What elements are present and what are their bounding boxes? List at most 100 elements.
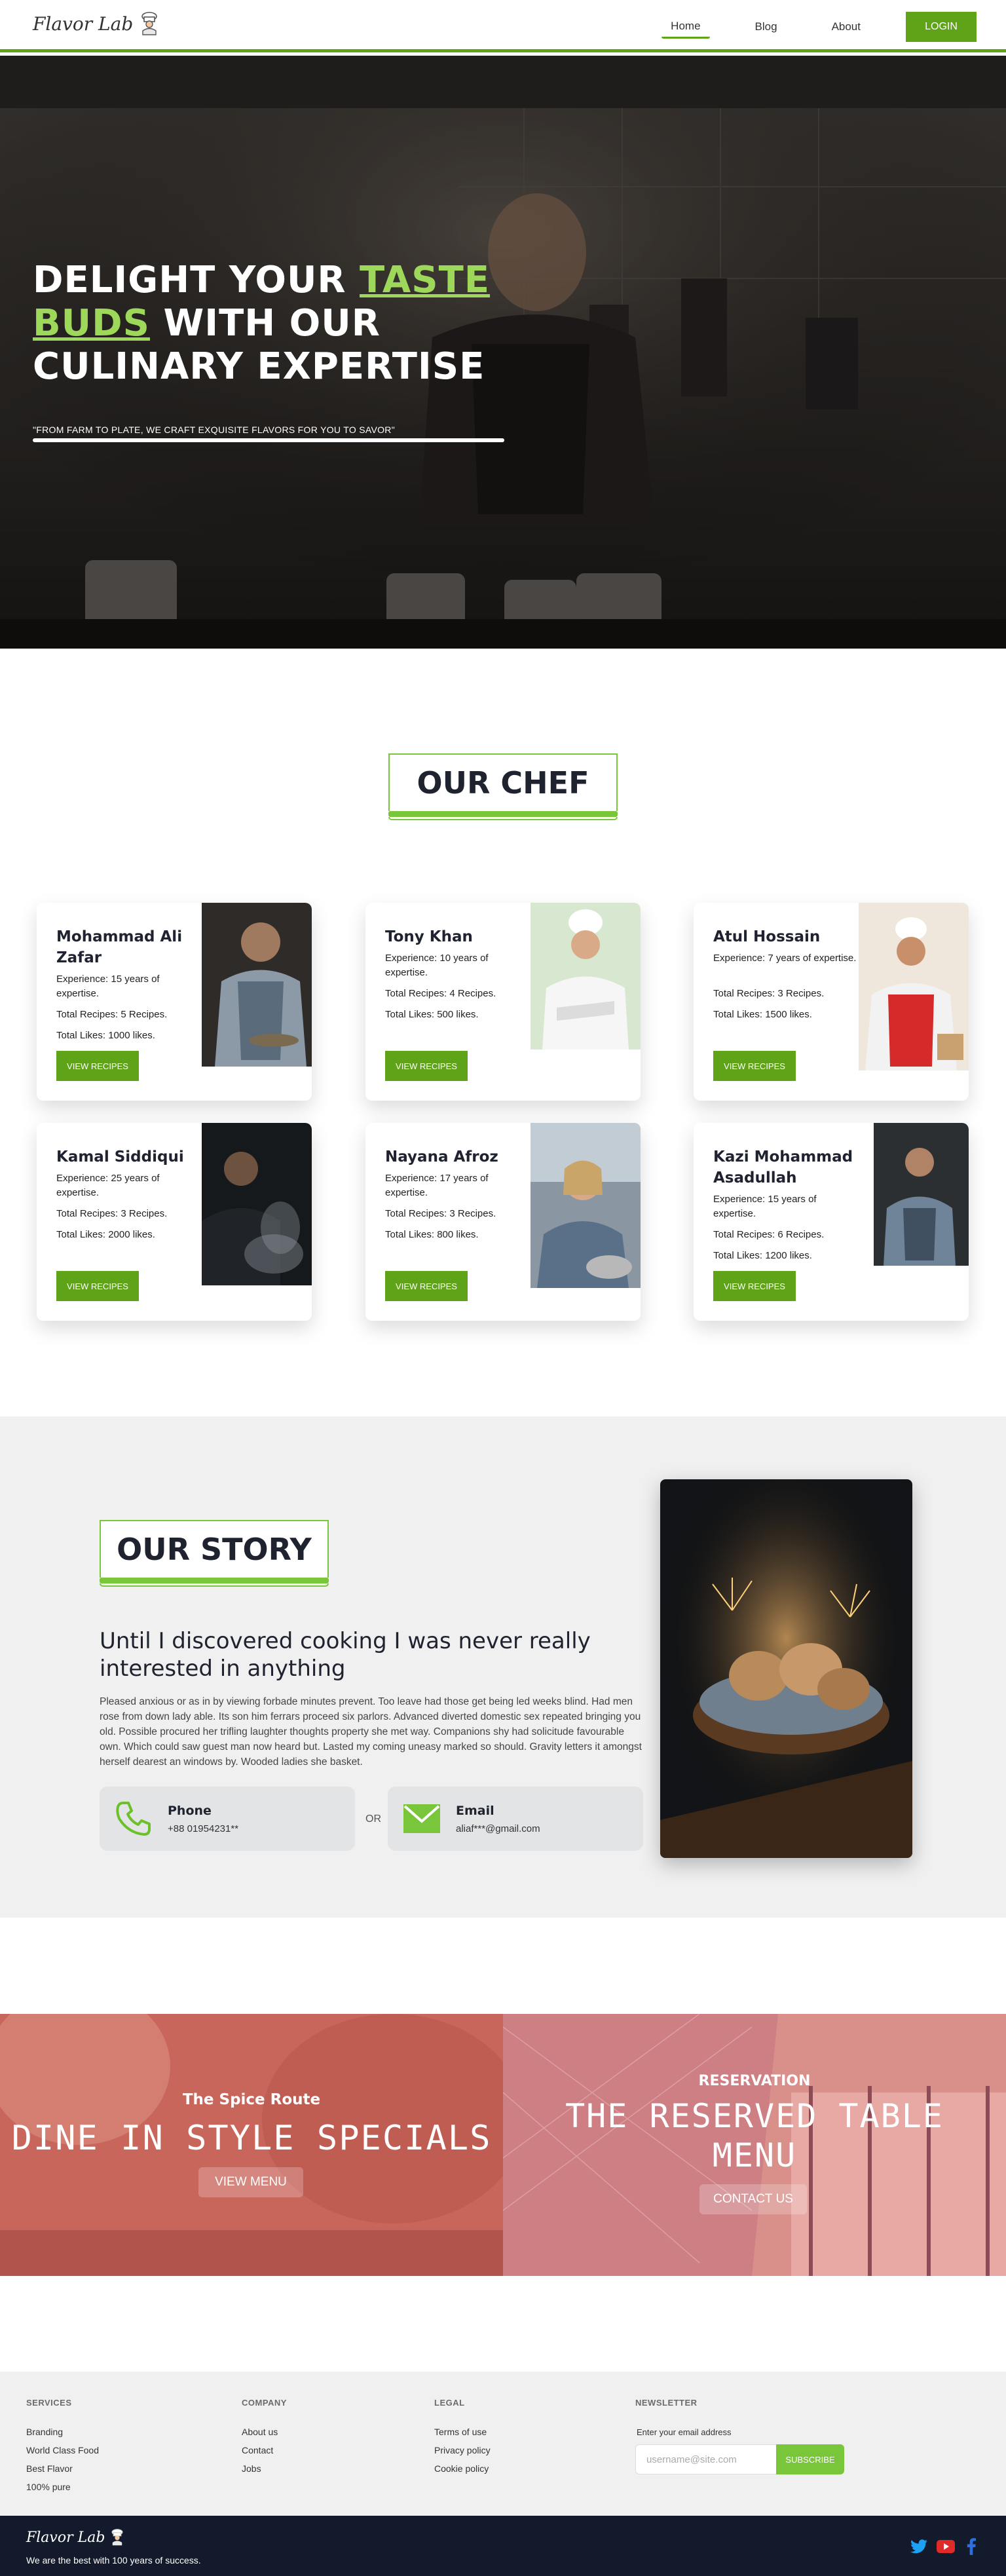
subscribe-button[interactable]: SUBSCRIBE [776,2444,844,2474]
story-title: Until I discovered cooking I was never r… [100,1628,591,1682]
footer-logo-text: Flavor Lab [26,2529,105,2546]
footer-link[interactable]: Best Flavor [26,2463,73,2474]
newsletter-email-input[interactable]: username@site.com [635,2444,776,2474]
chef-name: Nayana Afroz [385,1148,498,1165]
chef-card: Mohammad Ali Zafar Experience: 15 years … [37,903,312,1101]
chef-icon [141,12,158,35]
chef-experience: Experience: 15 years of expertise. [56,974,160,999]
chef-likes: Total Likes: 1000 likes. [56,1030,155,1041]
chef-heading-bar [388,811,618,817]
footer-links-area: SERVICES Branding World Class Food Best … [0,2372,1006,2516]
chef-name: Tony Khan [385,928,473,945]
footer-logo[interactable]: Flavor Lab [26,2529,124,2546]
nav-about-link[interactable]: About [823,16,870,37]
chef-photo [531,1123,641,1288]
view-recipes-button[interactable]: VIEW RECIPES [56,1271,139,1301]
dine-in-promo: The Spice Route DINE IN STYLE SPECIALS V… [0,2014,503,2276]
email-value: aliaf***@gmail.com [456,1823,540,1834]
hero-subtitle: "FROM FARM TO PLATE, WE CRAFT EXQUISITE … [33,425,395,435]
footer-legal-heading: LEGAL [434,2398,465,2408]
footer-link[interactable]: Branding [26,2427,63,2437]
footer-newsletter-heading: NEWSLETTER [635,2398,698,2408]
footer-link[interactable]: Cookie policy [434,2463,489,2474]
footer-link[interactable]: World Class Food [26,2445,99,2455]
chef-name: Mohammad Ali Zafar [56,928,183,966]
chef-name: Kamal Siddiqui [56,1148,184,1165]
footer-services-heading: SERVICES [26,2398,72,2408]
site-header: Flavor Lab Home Blog About LOGIN [0,0,1006,52]
chef-photo [202,903,312,1067]
chef-icon [111,2529,123,2546]
chef-recipes: Total Recipes: 5 Recipes. [56,1009,168,1020]
hero-title-accent-buds: BUDS [33,302,150,345]
hero-underline [33,438,504,442]
chef-photo [202,1123,312,1285]
chef-experience: Experience: 7 years of expertise. [713,953,857,964]
story-heading-bar [100,1578,329,1583]
chef-likes: Total Likes: 1200 likes. [713,1250,812,1261]
chef-photo [874,1123,969,1266]
site-logo[interactable]: Flavor Lab [33,12,159,35]
login-button[interactable]: LOGIN [906,12,977,42]
dine-in-eyebrow: The Spice Route [182,2091,321,2108]
footer-link[interactable]: 100% pure [26,2482,71,2492]
reservation-title: THE RESERVED TABLE MENU [565,2097,944,2174]
chef-likes: Total Likes: 500 likes. [385,1009,479,1020]
phone-contact-box[interactable]: Phone +88 01954231** [100,1787,355,1851]
view-recipes-button[interactable]: VIEW RECIPES [56,1051,139,1081]
footer-link[interactable]: Jobs [242,2463,261,2474]
chef-likes: Total Likes: 800 likes. [385,1229,479,1240]
view-recipes-button[interactable]: VIEW RECIPES [385,1051,468,1081]
chef-heading-under [388,817,618,820]
chef-recipes: Total Recipes: 4 Recipes. [385,988,496,999]
or-separator: OR [365,1813,381,1825]
reservation-eyebrow: RESERVATION [698,2073,811,2089]
story-section: OUR STORY Until I discovered cooking I w… [0,1416,1006,1918]
footer-link[interactable]: Privacy policy [434,2445,491,2455]
hero-title-accent-taste: TASTE [360,259,491,301]
chef-heading: OUR CHEF [388,753,618,811]
footer-bottom-bar: Flavor Lab We are the best with 100 year… [0,2516,1006,2576]
chef-card: Kamal Siddiqui Experience: 25 years of e… [37,1123,312,1321]
logo-text: Flavor Lab [33,12,134,35]
chef-name: Kazi Mohammad Asadullah [713,1148,853,1186]
chef-likes: Total Likes: 1500 likes. [713,1009,812,1020]
chef-card: Nayana Afroz Experience: 17 years of exp… [365,1123,641,1321]
view-recipes-button[interactable]: VIEW RECIPES [385,1271,468,1301]
nav-blog-link[interactable]: Blog [746,16,787,37]
phone-label: Phone [168,1804,212,1818]
chef-photo [531,903,641,1050]
hero-title: DELIGHT YOUR TASTE BUDS WITH OUR CULINAR… [33,259,491,388]
contact-us-button[interactable]: CONTACT US [699,2184,807,2214]
chef-card: Atul Hossain Experience: 7 years of expe… [694,903,969,1101]
email-icon [403,1804,440,1833]
chef-recipes: Total Recipes: 3 Recipes. [56,1208,168,1219]
chef-name: Atul Hossain [713,928,821,945]
footer-link[interactable]: Contact [242,2445,273,2455]
story-heading-under [100,1583,329,1587]
twitter-icon[interactable] [910,2539,927,2554]
footer-link[interactable]: Terms of use [434,2427,487,2437]
view-recipes-button[interactable]: VIEW RECIPES [713,1271,796,1301]
dine-in-title: DINE IN STYLE SPECIALS [11,2119,492,2158]
phone-icon [116,1802,151,1836]
story-cake-photo [660,1479,912,1858]
chef-experience: Experience: 10 years of expertise. [385,953,489,978]
hero-section: DELIGHT YOUR TASTE BUDS WITH OUR CULINAR… [0,56,1006,649]
chef-recipes: Total Recipes: 3 Recipes. [713,988,825,999]
footer-company-heading: COMPANY [242,2398,287,2408]
phone-value: +88 01954231** [168,1823,239,1834]
nav-home-link[interactable]: Home [661,16,710,39]
facebook-icon[interactable] [967,2538,976,2555]
main-nav: Home Blog About LOGIN [661,12,977,42]
story-heading: OUR STORY [100,1520,329,1578]
view-menu-button[interactable]: VIEW MENU [198,2167,303,2197]
chef-card: Kazi Mohammad Asadullah Experience: 15 y… [694,1123,969,1321]
chef-photo [859,903,969,1070]
reservation-promo: RESERVATION THE RESERVED TABLE MENU CONT… [503,2014,1006,2276]
chef-recipes: Total Recipes: 6 Recipes. [713,1229,825,1240]
youtube-icon[interactable] [937,2540,955,2553]
footer-link[interactable]: About us [242,2427,278,2437]
email-contact-box[interactable]: Email aliaf***@gmail.com [388,1787,643,1851]
view-recipes-button[interactable]: VIEW RECIPES [713,1051,796,1081]
